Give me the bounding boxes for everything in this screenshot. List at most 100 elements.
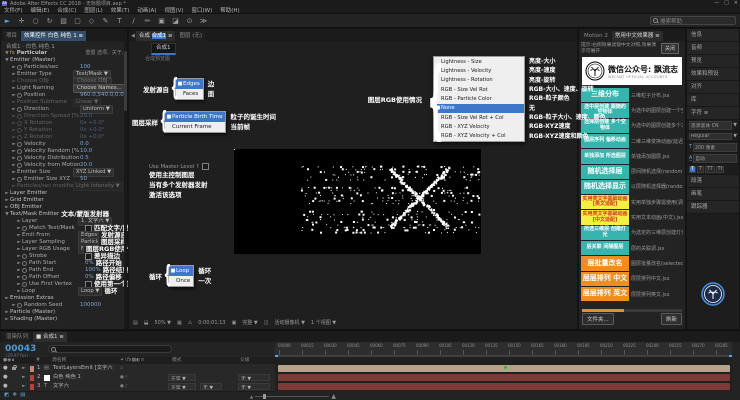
tool-icon[interactable]: ✏ xyxy=(143,17,152,25)
layer-duration-bar[interactable] xyxy=(278,374,730,381)
comp-toolbar-item[interactable]: ▣ xyxy=(232,320,237,326)
help-search-box[interactable]: 搜索帮助 xyxy=(650,16,736,25)
rgb-usage-option[interactable]: Lightness - Size xyxy=(434,57,524,66)
parent-dropdown[interactable]: 无 ▼ xyxy=(238,374,270,381)
loop-option[interactable]: Once xyxy=(169,276,193,286)
property-dropdown[interactable]: Light Intensity ▼ xyxy=(73,182,123,191)
property-value[interactable]: 0.0 xyxy=(80,141,89,148)
tool-icon[interactable]: ▧ xyxy=(59,17,68,25)
panel-音频[interactable]: 音频 xyxy=(687,42,739,55)
rgb-usage-option[interactable]: Lightness - Rotation xyxy=(434,76,524,85)
stopwatch-icon[interactable] xyxy=(17,149,22,154)
comp-toolbar-item[interactable]: 0:00:01:13 xyxy=(198,320,225,326)
blend-mode-dropdown[interactable]: 正常 ▼ xyxy=(168,383,196,390)
tab-render-queue[interactable]: 渲染队列 xyxy=(3,332,31,342)
property-value[interactable]: 20.0 xyxy=(80,113,92,120)
comp-toolbar-item[interactable]: 活动摄像机 ▼ xyxy=(274,319,304,326)
character-toggle[interactable]: Tt xyxy=(716,166,725,173)
property-value[interactable]: 10.0 xyxy=(80,148,92,155)
tool-icon[interactable]: ∕ xyxy=(129,17,138,25)
tool-icon[interactable]: ▢ xyxy=(73,17,82,25)
font-size-field[interactable]: 200 像素 xyxy=(693,143,737,152)
panel-character[interactable]: 字符 ≡ xyxy=(687,107,739,120)
comp-toolbar-item[interactable]: ▦ xyxy=(177,320,182,326)
stopwatch-icon[interactable] xyxy=(17,65,22,70)
tab-scroll-arrow-icon[interactable]: ◀ xyxy=(131,31,135,41)
panel-预览[interactable]: 预览 xyxy=(687,55,739,68)
rgb-usage-option[interactable]: RGB - XYZ Velocity + Col xyxy=(434,132,524,141)
tab-effect-controls[interactable]: 效果控件 白色 纯色 1 ≡ xyxy=(21,31,86,41)
comp-toolbar-item[interactable]: ⚠ xyxy=(188,320,192,326)
tab-project[interactable]: 项目 xyxy=(3,31,20,41)
panel-库[interactable]: 库 xyxy=(687,94,739,107)
panel-效果和预设[interactable]: 效果和预设 xyxy=(687,68,739,81)
timeline-toggle-icons[interactable]: ◩❖▤ xyxy=(4,392,25,398)
layer-switches[interactable]: ● ∕ xyxy=(120,373,127,382)
layer-duration-bar[interactable] xyxy=(278,383,730,390)
comp-toolbar-item[interactable]: ⬓ xyxy=(144,320,149,326)
panel-跟踪器[interactable]: 跟踪器 xyxy=(687,201,739,214)
tool-icon[interactable]: ○ xyxy=(31,17,40,25)
emit-from-option[interactable]: Faces xyxy=(176,89,203,99)
layer-color-swatch[interactable] xyxy=(30,384,34,390)
stopwatch-icon[interactable] xyxy=(17,107,22,112)
stopwatch-icon[interactable] xyxy=(17,93,22,98)
tab-layer-viewer[interactable]: 图层 (无) xyxy=(176,31,205,41)
tab-comp-timeline[interactable]: ■ 合成1 ≡ xyxy=(33,332,67,342)
stopwatch-icon[interactable] xyxy=(22,268,27,273)
script-button[interactable]: 随机选择层 xyxy=(581,165,629,179)
stopwatch-icon[interactable] xyxy=(22,282,27,287)
twirl-icon[interactable]: ► xyxy=(22,373,25,382)
script-button[interactable]: 层批量改名 xyxy=(581,256,629,270)
layer-row[interactable]: ●►3T文字六● ∕正常 ▼无 ▼无 ▼ xyxy=(0,382,275,392)
tool-icon[interactable]: ▣ xyxy=(157,17,166,25)
layer-name[interactable]: 文字六 xyxy=(53,382,113,391)
stopwatch-icon[interactable] xyxy=(22,226,27,231)
script-button[interactable]: 层层排列 英文 xyxy=(581,287,629,301)
tool-icon[interactable]: ✛ xyxy=(17,17,26,25)
tool-icon[interactable]: ⊙ xyxy=(185,17,194,25)
stopwatch-icon[interactable] xyxy=(17,128,22,133)
timeline-search-box[interactable] xyxy=(48,345,172,353)
panel-段落[interactable]: 段落 xyxy=(687,175,739,188)
tip-close-button[interactable]: 关闭 xyxy=(661,43,679,54)
stopwatch-icon[interactable] xyxy=(22,261,27,266)
layer-switches[interactable]: ▫ xyxy=(120,364,123,373)
stopwatch-icon[interactable] xyxy=(17,142,22,147)
stopwatch-icon[interactable] xyxy=(17,163,22,168)
parent-dropdown[interactable]: 无 ▼ xyxy=(238,383,270,390)
font-family-select[interactable]: 思源黑体 CN xyxy=(689,121,732,130)
folder-button[interactable]: 文件夹... xyxy=(582,313,614,325)
effect-header-links[interactable]: 重置 选项.. 关于.. xyxy=(85,50,127,57)
composition-name-chip[interactable]: 合成1 xyxy=(151,43,176,55)
emit-from-option[interactable]: ■Edges xyxy=(176,79,203,89)
tool-icon[interactable]: T xyxy=(115,17,124,25)
master-level-checkbox[interactable] xyxy=(202,163,209,170)
property-dropdown[interactable]: Linear ▼ xyxy=(73,98,101,107)
script-button[interactable]: 所选三维层 创建灯光 xyxy=(581,226,629,240)
property-button[interactable]: Choose OBJ xyxy=(73,77,112,86)
tool-icon[interactable]: ✎ xyxy=(101,17,110,25)
character-toggle[interactable]: TT xyxy=(705,166,715,173)
property-dropdown[interactable]: Loop ▼ xyxy=(78,287,102,296)
tool-icon[interactable]: ► xyxy=(3,17,12,25)
rgb-usage-option[interactable]: RGB - Size Vel Rot xyxy=(434,85,524,94)
panel-画笔[interactable]: 画笔 xyxy=(687,188,739,201)
tool-icon[interactable]: ◪ xyxy=(171,17,180,25)
rgb-usage-option[interactable]: RGB - XYZ Velocity xyxy=(434,122,524,131)
property-value[interactable]: 0x +0.0° xyxy=(80,120,105,127)
refresh-button[interactable]: 刷新 xyxy=(661,313,682,325)
property-value[interactable]: 0x +0.0° xyxy=(80,127,105,134)
menu-item[interactable]: 文件(F) xyxy=(4,6,22,14)
character-toggle[interactable]: T xyxy=(697,166,704,173)
font-style-select[interactable]: Regular xyxy=(689,133,732,140)
rgb-usage-option[interactable]: RGB - Particle Color xyxy=(434,94,524,103)
layer-color-swatch[interactable] xyxy=(30,375,34,381)
zoom-handle[interactable] xyxy=(263,394,266,399)
script-button[interactable]: 实用类文字基础动画 [中文适配] xyxy=(581,210,629,224)
twirl-icon[interactable]: ► xyxy=(22,364,25,373)
timeline-zoom-slider[interactable]: ▲ ▲ xyxy=(250,394,336,398)
rgb-usage-option[interactable]: RGB - Size Vel Rot + Col xyxy=(434,113,524,122)
stopwatch-icon[interactable] xyxy=(17,177,22,182)
character-toggle[interactable]: T xyxy=(689,166,696,173)
